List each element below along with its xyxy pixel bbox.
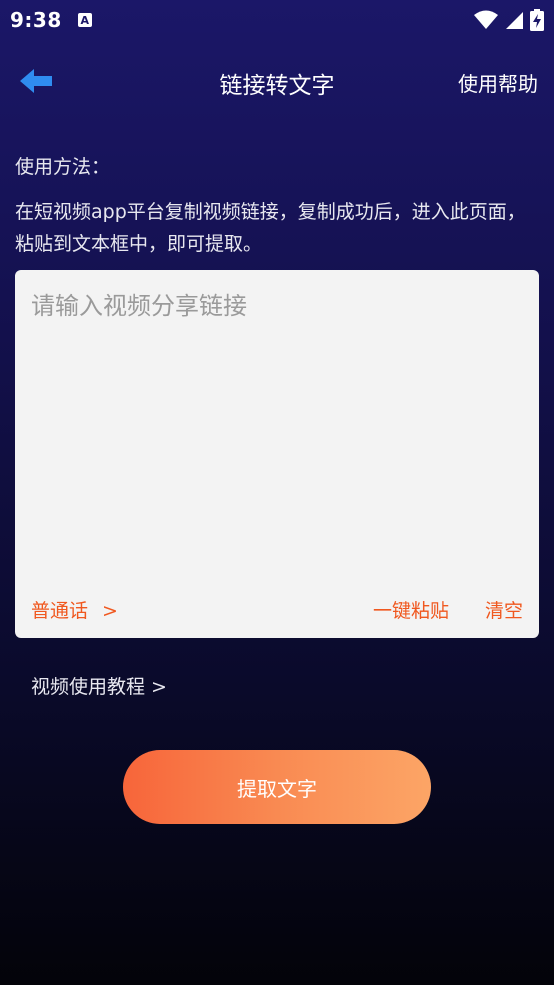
usage-title: 使用方法： [15,156,111,178]
chevron-right-icon: > [102,600,118,622]
status-bar: 9:38 A [0,0,554,40]
language-label: 普通话 [31,600,89,622]
status-time: 9:38 [10,8,62,32]
link-input[interactable] [15,270,539,570]
notification-app-icon: A [77,13,92,27]
link-input-card: 普通话 > 一键粘贴 清空 [15,270,539,638]
help-button[interactable]: 使用帮助 [458,68,538,97]
battery-charging-icon [530,9,544,31]
signal-icon [506,12,523,29]
extract-text-button[interactable]: 提取文字 [123,750,431,824]
extract-button-label: 提取文字 [237,776,317,801]
usage-description: 在短视频app平台复制视频链接，复制成功后，进入此页面，粘贴到文本框中，即可提取… [15,201,526,255]
status-right [474,9,544,31]
paste-button[interactable]: 一键粘贴 [373,596,449,623]
app-bar: 链接转文字 使用帮助 [0,52,554,110]
wifi-icon [474,10,498,29]
status-left: 9:38 A [10,8,92,32]
video-tutorial-link[interactable]: 视频使用教程 > [31,672,167,699]
language-selector[interactable]: 普通话 > [31,596,118,623]
clear-button[interactable]: 清空 [485,596,523,623]
